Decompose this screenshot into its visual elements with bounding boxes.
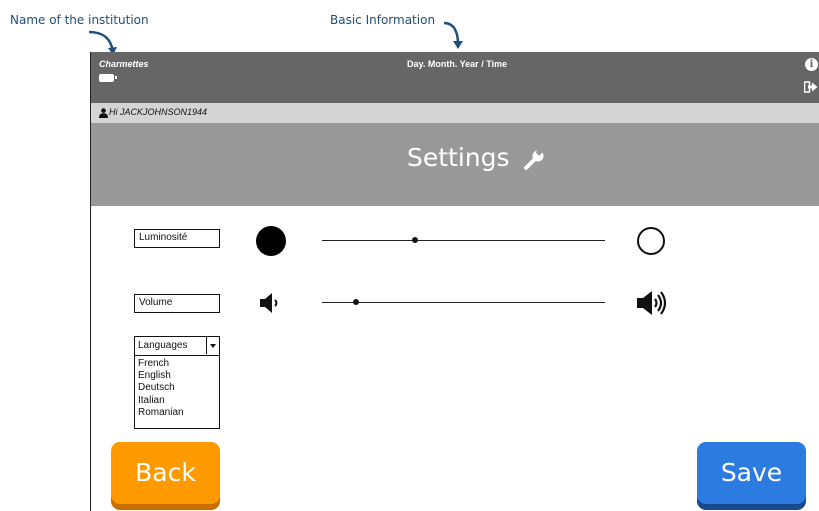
slider-knob[interactable] bbox=[412, 237, 419, 243]
save-button[interactable]: Save bbox=[697, 442, 806, 504]
volume-label: Volume bbox=[134, 294, 220, 313]
annotation-basic-information: Basic Information bbox=[330, 13, 436, 27]
info-icon[interactable]: i bbox=[805, 58, 818, 71]
annotation-arrow-basic-information bbox=[443, 21, 463, 49]
chevron-down-icon[interactable] bbox=[206, 337, 219, 354]
datetime: Day. Month. Year / Time bbox=[407, 59, 508, 69]
light-circle-icon bbox=[637, 227, 665, 255]
page-header: Settings bbox=[91, 123, 819, 206]
language-option[interactable]: Italian bbox=[138, 395, 219, 407]
speaker-high-icon bbox=[637, 291, 667, 315]
brightness-label: Luminosité bbox=[134, 229, 220, 248]
institution-name: Charmettes bbox=[99, 59, 149, 69]
battery-icon bbox=[99, 74, 117, 82]
slider-track bbox=[322, 239, 605, 241]
user-bar: Hi JACKJOHNSON1944 bbox=[91, 103, 819, 123]
back-button[interactable]: Back bbox=[111, 442, 220, 504]
top-bar: Charmettes Day. Month. Year / Time i bbox=[91, 52, 819, 103]
brightness-slider[interactable] bbox=[322, 234, 605, 246]
wrench-icon bbox=[524, 149, 544, 170]
app-window: Charmettes Day. Month. Year / Time i Hi … bbox=[90, 52, 819, 511]
page-title: Settings bbox=[407, 143, 510, 172]
language-option[interactable]: Romanian bbox=[138, 407, 219, 419]
language-option[interactable]: English bbox=[138, 370, 219, 382]
user-icon bbox=[99, 108, 108, 118]
language-option[interactable]: Deutsch bbox=[138, 382, 219, 394]
language-select-value: Languages bbox=[138, 340, 188, 351]
language-select[interactable]: Languages bbox=[134, 336, 220, 356]
annotation-institution: Name of the institution bbox=[10, 13, 149, 27]
volume-slider[interactable] bbox=[322, 296, 605, 308]
language-options-list: French English Deutsch Italian Romanian bbox=[134, 356, 220, 429]
language-option[interactable]: French bbox=[138, 358, 219, 370]
user-greeting: Hi JACKJOHNSON1944 bbox=[109, 107, 208, 117]
speaker-low-icon bbox=[260, 293, 278, 313]
logout-icon[interactable] bbox=[804, 81, 818, 93]
dark-circle-icon bbox=[256, 226, 286, 256]
slider-track bbox=[322, 301, 605, 303]
slider-knob[interactable] bbox=[352, 299, 359, 305]
